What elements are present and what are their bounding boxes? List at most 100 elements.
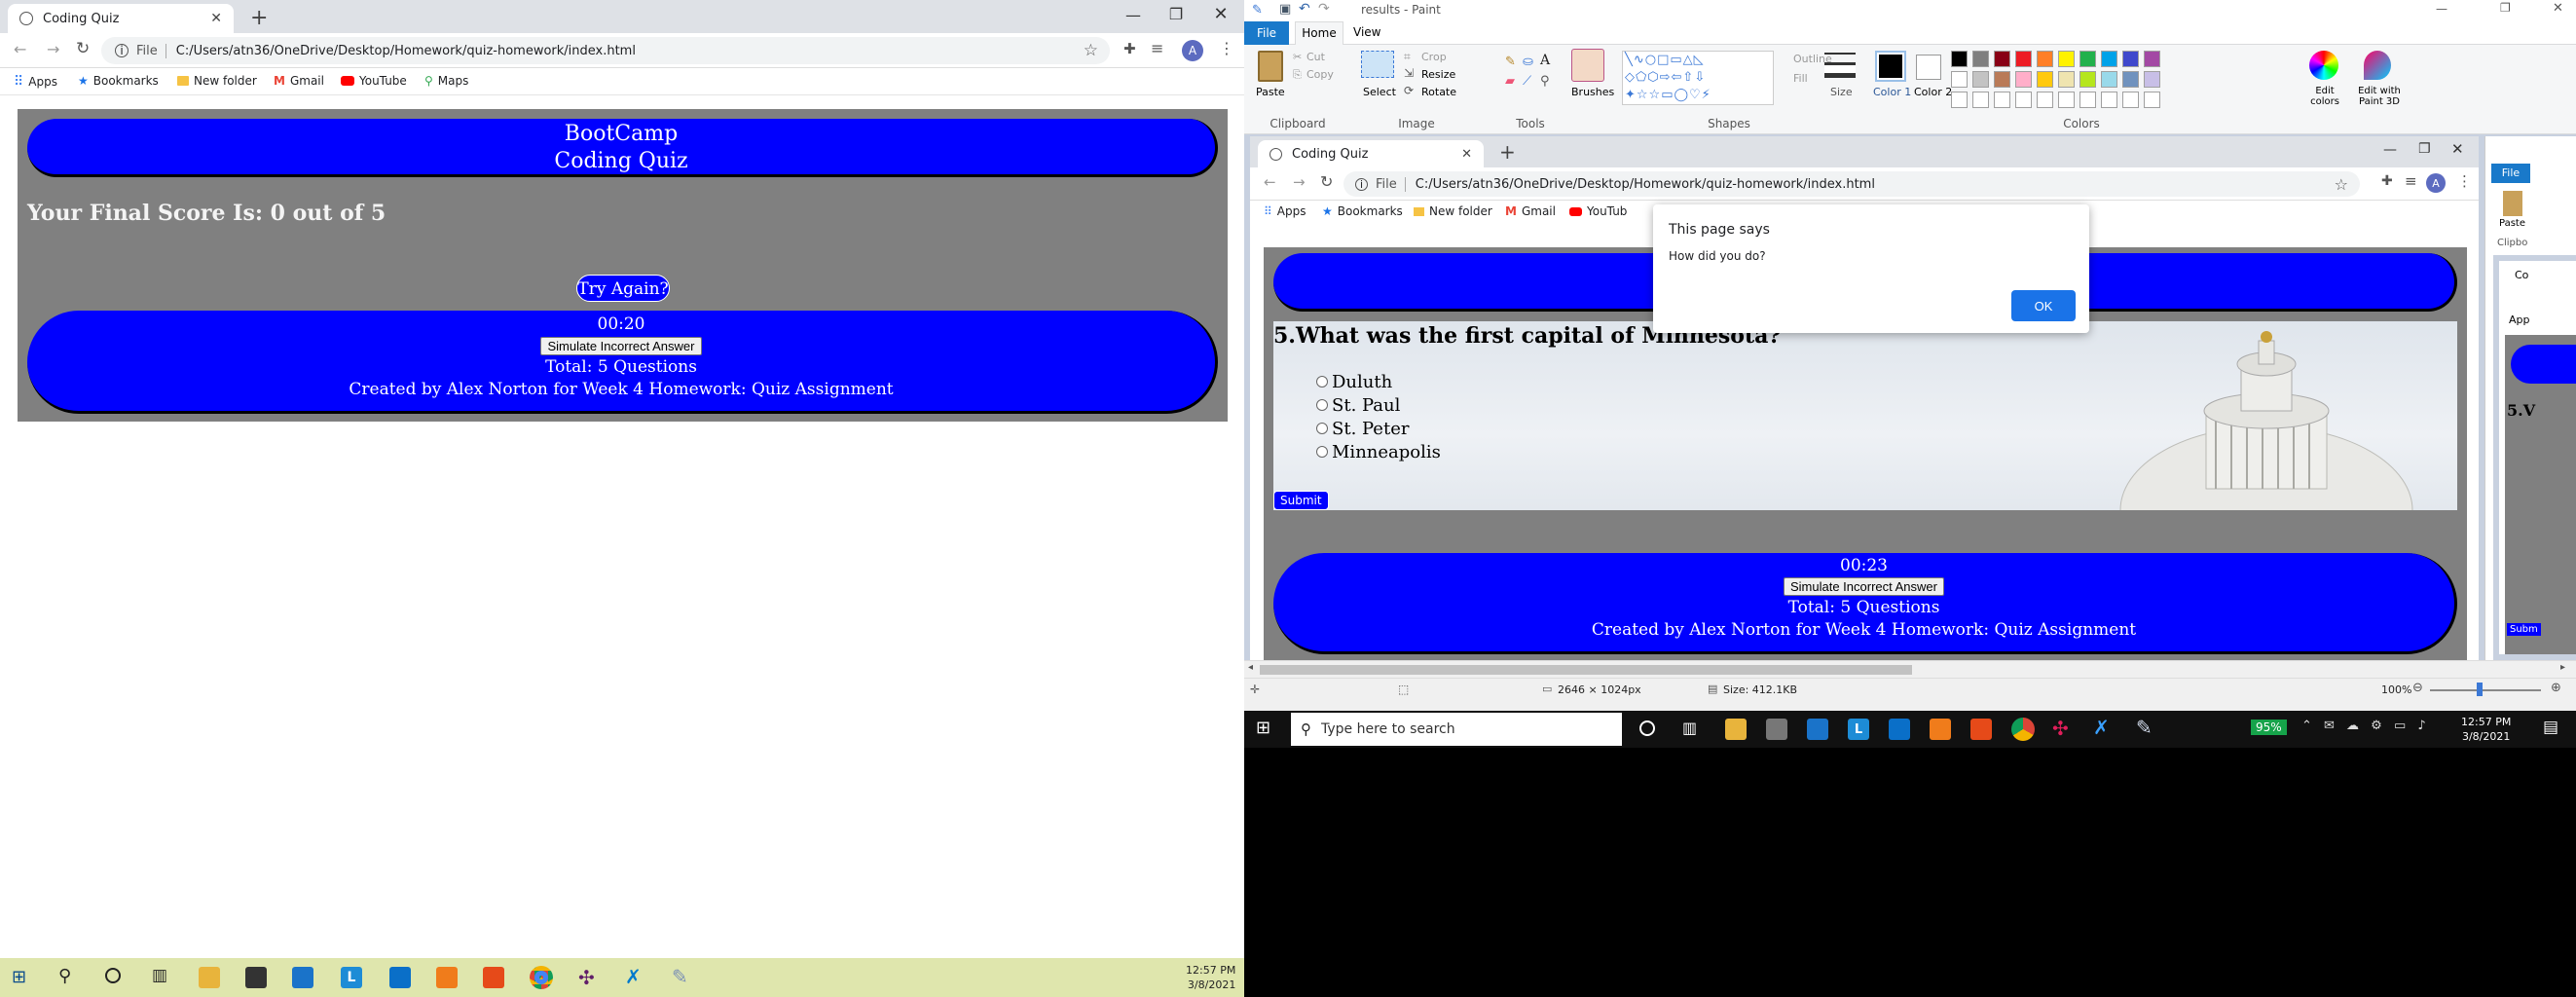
color-picker-icon[interactable]: ⟋ <box>1523 74 1531 89</box>
bookmark-maps[interactable]: ⚲ Maps <box>424 74 468 88</box>
media-icon[interactable] <box>1930 719 1951 740</box>
inner-clock[interactable]: 12:57 PM 3/8/2021 <box>2461 715 2511 744</box>
bookmark-star-icon[interactable]: ☆ <box>1084 41 1098 60</box>
paint3d-icon[interactable] <box>2364 51 2391 80</box>
answer-option[interactable]: St. Peter <box>1316 417 1441 440</box>
tab-coding-quiz[interactable]: Coding Quiz ✕ <box>8 4 234 33</box>
windows-start-icon[interactable]: ⊞ <box>12 967 26 987</box>
l-app-icon[interactable]: L <box>341 967 362 988</box>
back-icon[interactable]: ← <box>14 40 26 58</box>
close-window-button[interactable]: ✕ <box>1194 4 1248 24</box>
palette-swatch[interactable] <box>2101 71 2117 88</box>
resize-icon[interactable]: ⇲ <box>1404 66 1414 80</box>
palette-swatch[interactable] <box>2122 71 2139 88</box>
cut-label[interactable]: Cut <box>1306 51 1325 63</box>
left-clock[interactable]: 12:57 PM 3/8/2021 <box>1186 963 1235 992</box>
palette-swatch[interactable] <box>2015 71 2032 88</box>
palette-swatch[interactable] <box>2037 51 2053 67</box>
palette-swatch[interactable] <box>2079 51 2096 67</box>
inner-tab-coding-quiz[interactable]: Coding Quiz ✕ <box>1258 140 1484 167</box>
copy-icon[interactable]: ⎘ <box>1293 68 1302 82</box>
copy-label[interactable]: Copy <box>1306 68 1334 81</box>
palette-swatch[interactable] <box>2037 71 2053 88</box>
new-tab-button[interactable]: + <box>1499 140 1516 164</box>
answer-option[interactable]: Duluth <box>1316 370 1441 393</box>
palette-swatch[interactable] <box>1951 92 1968 108</box>
file-explorer-icon[interactable] <box>199 967 220 988</box>
reload-icon[interactable]: ↻ <box>1320 172 1333 191</box>
third-file-menu[interactable]: File <box>2491 164 2530 183</box>
scroll-right-icon[interactable]: ▸ <box>2560 662 2565 673</box>
reading-list-icon[interactable]: ≡ <box>2405 172 2417 190</box>
select-tool-icon[interactable] <box>1361 51 1394 78</box>
task-view-icon[interactable]: ▥ <box>152 966 167 985</box>
redo-icon[interactable]: ↷ <box>1318 1 1330 17</box>
menu-view[interactable]: View <box>1353 25 1380 39</box>
palette-swatch[interactable] <box>2122 51 2139 67</box>
scroll-thumb[interactable] <box>1260 665 1912 675</box>
palette-swatch[interactable] <box>2079 71 2096 88</box>
chrome-icon[interactable] <box>530 966 553 989</box>
office-icon[interactable] <box>483 967 504 988</box>
submit-button[interactable]: Submit <box>1273 491 1329 510</box>
color2-swatch[interactable] <box>1916 55 1941 80</box>
paint3d-label[interactable]: Edit with Paint 3D <box>2352 86 2407 107</box>
palette-swatch[interactable] <box>2058 71 2075 88</box>
radio-button[interactable] <box>1316 376 1328 388</box>
palette-swatch[interactable] <box>1994 71 2010 88</box>
palette-swatch[interactable] <box>1951 51 1968 67</box>
paint-icon[interactable]: ✎ <box>672 965 688 988</box>
forward-icon[interactable]: → <box>47 40 59 58</box>
horizontal-scrollbar[interactable]: ◂ ▸ <box>1244 660 2576 678</box>
simulate-incorrect-button[interactable]: Simulate Incorrect Answer <box>1783 577 1944 596</box>
office-icon[interactable] <box>1970 719 1992 740</box>
menu-home[interactable]: Home <box>1295 21 1343 46</box>
slack-icon[interactable]: ✣ <box>578 966 595 989</box>
cortana-icon[interactable] <box>1639 720 1655 736</box>
answer-option[interactable]: Minneapolis <box>1316 440 1441 463</box>
eraser-icon[interactable]: ▰ <box>1505 74 1515 89</box>
profile-avatar[interactable]: A <box>1182 40 1203 61</box>
edit-colors-icon[interactable] <box>2309 51 2338 80</box>
resize-label[interactable]: Resize <box>1421 68 1455 81</box>
color1-swatch[interactable] <box>1875 51 1906 82</box>
reading-list-icon[interactable]: ≡ <box>1151 39 1163 57</box>
palette-swatch[interactable] <box>2079 92 2096 108</box>
mail-icon[interactable] <box>1807 719 1828 740</box>
palette-swatch[interactable] <box>2015 92 2032 108</box>
select-label[interactable]: Select <box>1363 86 1396 98</box>
vscode-icon[interactable]: ✗ <box>625 965 642 988</box>
inner-close-button[interactable]: ✕ <box>2451 140 2464 158</box>
magnifier-icon[interactable]: ⚲ <box>1540 74 1550 89</box>
palette-swatch[interactable] <box>2037 92 2053 108</box>
shapes-gallery[interactable]: ╲∿○□▭△◺ ◇⬠⬡⇨⇦⇧⇩ ✦☆☆▭◯♡⚡ <box>1622 51 1774 105</box>
tab-close-icon[interactable]: ✕ <box>210 11 222 26</box>
fill-bucket-icon[interactable]: ⛀ <box>1523 55 1533 69</box>
zoom-in-icon[interactable]: ⊕ <box>2551 681 2561 695</box>
zoom-out-icon[interactable]: ⊖ <box>2412 681 2423 695</box>
brushes-icon[interactable] <box>1571 49 1604 82</box>
outlook-icon[interactable] <box>1889 719 1910 740</box>
palette-swatch[interactable] <box>1972 51 1989 67</box>
tab-close-icon[interactable]: ✕ <box>1461 147 1472 162</box>
paint-restore-button[interactable]: ❐ <box>2500 1 2511 15</box>
radio-button[interactable] <box>1316 446 1328 458</box>
zoom-slider[interactable] <box>2430 689 2541 691</box>
text-tool-icon[interactable]: A <box>1540 53 1550 68</box>
bookmark-bookmarks[interactable]: ★ Bookmarks <box>78 74 159 88</box>
palette-swatch[interactable] <box>2144 92 2160 108</box>
chrome-icon[interactable] <box>2011 718 2035 741</box>
menu-kebab-icon[interactable]: ⋮ <box>2457 172 2472 190</box>
back-icon[interactable]: ← <box>1264 173 1276 191</box>
third-paste-label[interactable]: Paste <box>2499 218 2525 229</box>
media-icon[interactable] <box>436 967 458 988</box>
menu-kebab-icon[interactable]: ⋮ <box>1219 39 1234 57</box>
cut-icon[interactable]: ✂ <box>1293 51 1302 63</box>
bookmark-star-icon[interactable]: ☆ <box>2335 175 2348 194</box>
slack-icon[interactable]: ✣ <box>2052 717 2069 740</box>
crop-label[interactable]: Crop <box>1421 51 1447 63</box>
try-again-button[interactable]: Try Again? <box>576 275 670 302</box>
palette-swatch[interactable] <box>2101 92 2117 108</box>
size-label[interactable]: Size <box>1830 86 1853 98</box>
windows-start-icon[interactable]: ⊞ <box>1256 718 1270 738</box>
